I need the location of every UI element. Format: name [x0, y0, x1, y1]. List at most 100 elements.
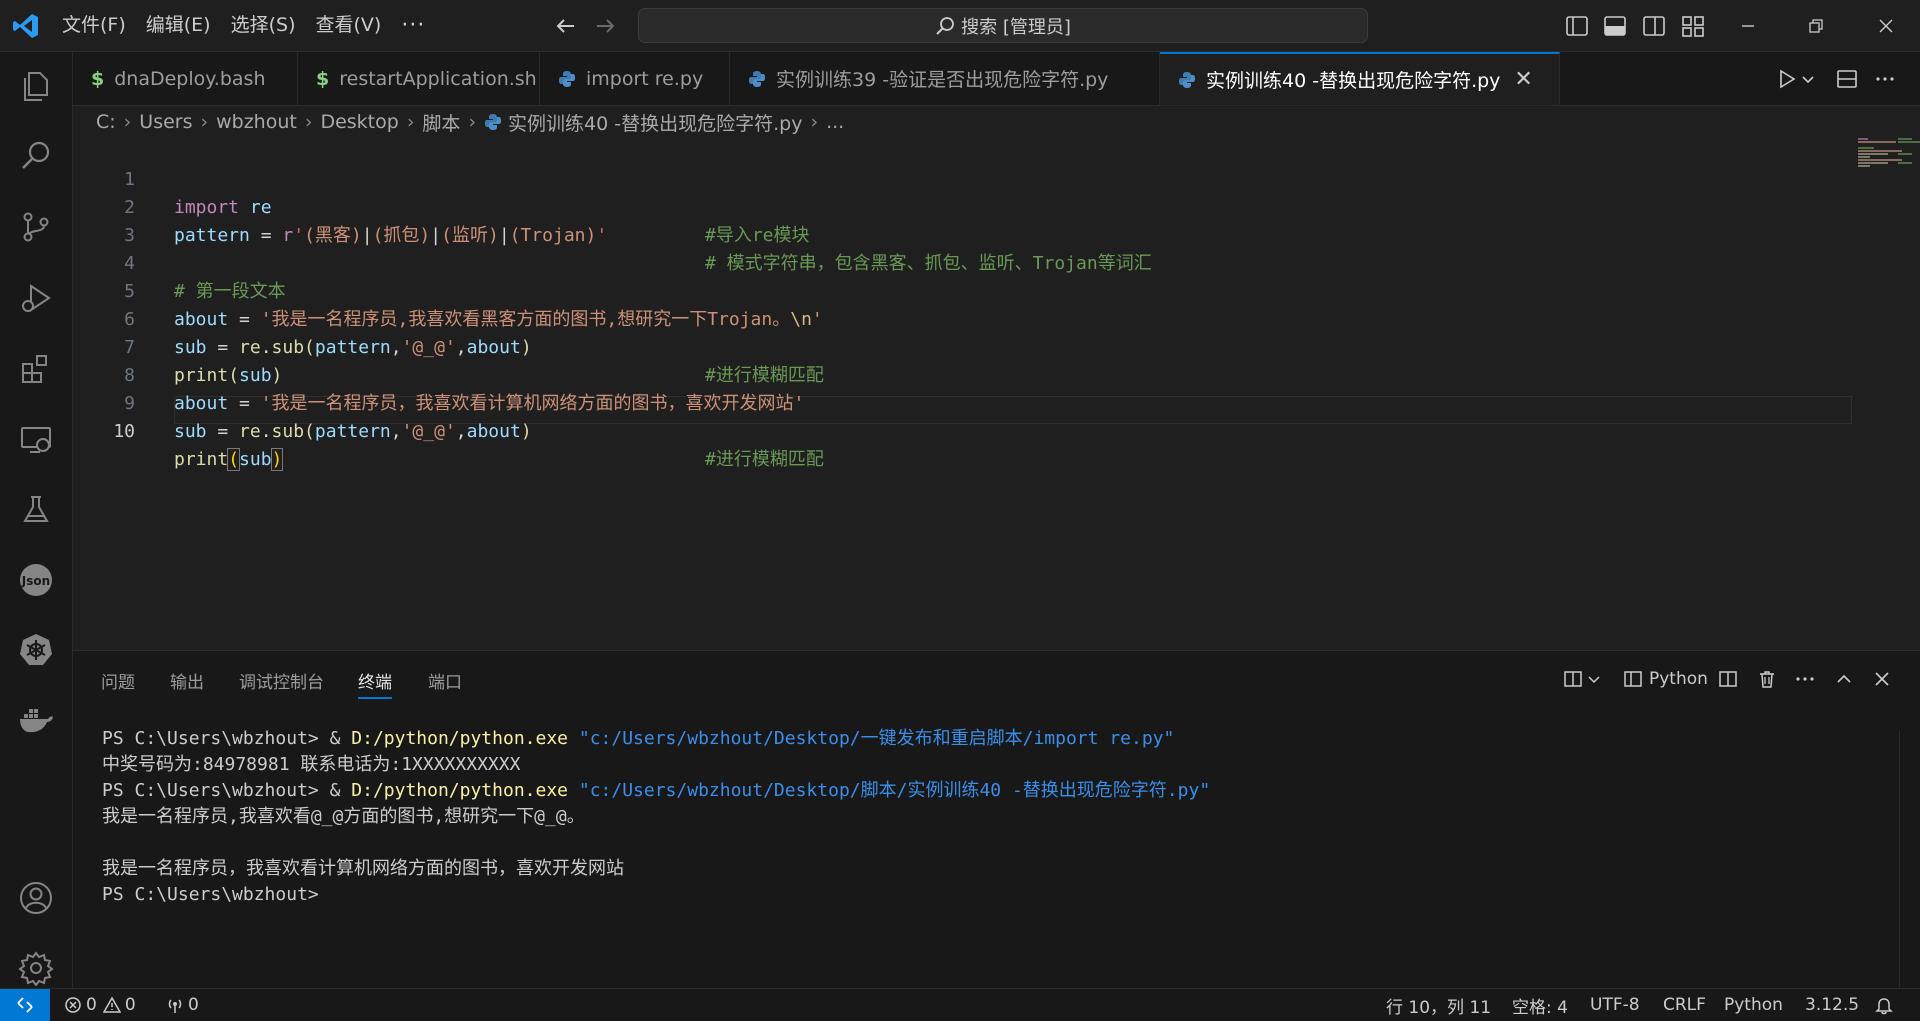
- cursor-position[interactable]: 行 10，列 11: [1386, 989, 1491, 1021]
- panel-tab-problems[interactable]: 问题: [101, 668, 135, 693]
- breadcrumb-item[interactable]: 脚本: [422, 109, 460, 136]
- minimap[interactable]: [1858, 138, 1920, 168]
- vscode-logo-icon[interactable]: [12, 12, 40, 40]
- restore-button[interactable]: [1788, 0, 1844, 51]
- terminal-instance-python[interactable]: Python: [1623, 665, 1708, 693]
- notifications-button[interactable]: [1874, 989, 1894, 1021]
- encoding-status[interactable]: UTF-8: [1590, 989, 1640, 1021]
- punctuation: ,: [455, 421, 467, 442]
- code-line[interactable]: 4 # 第一段文本: [73, 222, 1773, 302]
- code-line[interactable]: 3: [73, 194, 1773, 246]
- python-version-status[interactable]: 3.12.5: [1805, 989, 1859, 1021]
- close-panel-button[interactable]: [1873, 665, 1891, 693]
- run-python-file-button[interactable]: [1773, 65, 1801, 93]
- ports-status[interactable]: 0: [166, 989, 199, 1021]
- menu-selection[interactable]: 选择(S): [221, 0, 306, 51]
- identifier: pattern: [314, 421, 391, 442]
- matched-bracket: (: [227, 448, 241, 471]
- chevron-up-icon: [1837, 674, 1851, 683]
- split-editor-button[interactable]: [1833, 65, 1861, 93]
- toggle-primary-sidebar-icon[interactable]: [1564, 13, 1590, 39]
- kill-terminal-button[interactable]: [1757, 665, 1777, 693]
- code-line[interactable]: 7 print(sub): [73, 306, 1773, 386]
- minimize-button[interactable]: [1720, 0, 1776, 51]
- maximize-panel-button[interactable]: [1835, 665, 1853, 693]
- kubernetes-icon[interactable]: [16, 630, 56, 670]
- toggle-panel-icon[interactable]: [1602, 13, 1628, 39]
- menu-edit[interactable]: 编辑(E): [136, 0, 221, 51]
- new-terminal-split-button[interactable]: [1563, 665, 1601, 693]
- tab-training-40-active[interactable]: 实例训练40 -替换出现危险字符.py ✕: [1160, 52, 1560, 105]
- breadcrumb-item[interactable]: C:: [96, 111, 116, 133]
- tab-dnadeploy[interactable]: $ dnaDeploy.bash: [73, 52, 298, 105]
- python-icon: [559, 70, 575, 87]
- explorer-icon[interactable]: [16, 66, 56, 106]
- code-line[interactable]: 6 sub = re.sub(pattern,'@_@',about) #进行模…: [73, 278, 1773, 386]
- panel-tab-debug-console[interactable]: 调试控制台: [239, 668, 324, 693]
- indentation-status[interactable]: 空格: 4: [1512, 989, 1568, 1021]
- command-center-search[interactable]: 搜索 [管理员]: [638, 8, 1368, 43]
- tab-close-icon[interactable]: ✕: [1514, 67, 1532, 92]
- run-options-dropdown[interactable]: [1799, 65, 1817, 93]
- terminal-scrollbar[interactable]: [1899, 731, 1920, 989]
- python-icon: [749, 70, 765, 87]
- panel-tab-output[interactable]: 输出: [170, 668, 204, 693]
- bottom-panel: 问题 输出 调试控制台 终端 端口 Python PS C:\Users\wbz…: [73, 650, 1920, 989]
- matched-bracket: ): [270, 448, 284, 471]
- back-arrow-icon[interactable]: [553, 13, 579, 39]
- code-line[interactable]: 9 sub = re.sub(pattern,'@_@',about) #进行模…: [73, 362, 1773, 470]
- code-line[interactable]: 5 about = '我是一名程序员,我喜欢看黑客方面的图书,想研究一下Troj…: [73, 250, 1773, 330]
- panel-more-actions-button[interactable]: [1795, 665, 1815, 693]
- search-view-icon[interactable]: [16, 136, 56, 176]
- source-control-icon[interactable]: [16, 207, 56, 247]
- terminal-output[interactable]: PS C:\Users\wbzhout> & D:/python/python.…: [102, 726, 1882, 908]
- menu-view[interactable]: 查看(V): [306, 0, 392, 51]
- problems-status[interactable]: 0 0: [64, 989, 136, 1021]
- split-terminal-button[interactable]: [1718, 665, 1738, 693]
- code-line-current[interactable]: 10 print(sub): [73, 390, 1773, 471]
- string-literal: '@_@': [401, 421, 456, 442]
- panel-tab-terminal[interactable]: 终端: [358, 668, 392, 699]
- menu-more[interactable]: ···: [391, 0, 435, 51]
- code-line[interactable]: 1 import re #导入re模块: [73, 138, 1773, 246]
- remote-explorer-icon[interactable]: [16, 420, 56, 460]
- breadcrumb-item[interactable]: Users: [139, 111, 192, 133]
- docker-icon[interactable]: [16, 700, 56, 740]
- breadcrumb-item[interactable]: Desktop: [320, 111, 398, 133]
- language-mode-status[interactable]: Python: [1724, 989, 1783, 1021]
- run-debug-icon[interactable]: [16, 278, 56, 318]
- tab-restartapplication[interactable]: $ restartApplication.sh: [298, 52, 540, 105]
- customize-layout-icon[interactable]: [1680, 13, 1706, 39]
- testing-icon[interactable]: [16, 490, 56, 530]
- breadcrumb-item[interactable]: wbzhout: [216, 111, 297, 133]
- chevron-down-icon: [1588, 676, 1600, 684]
- menu-file[interactable]: 文件(F): [52, 0, 136, 51]
- remote-indicator-button[interactable]: [0, 989, 50, 1021]
- terminal-argument: "c:/Users/wbzhout/Desktop/一键发布和重启脚本/impo…: [578, 728, 1175, 749]
- breadcrumb-item[interactable]: ...: [826, 111, 844, 133]
- settings-gear-icon[interactable]: [16, 948, 56, 988]
- error-count: 0: [86, 995, 97, 1015]
- split-terminal-icon: [1719, 671, 1737, 687]
- toggle-secondary-sidebar-icon[interactable]: [1641, 13, 1667, 39]
- close-window-button[interactable]: [1858, 0, 1914, 51]
- code-line[interactable]: 2 pattern = r'(黑客)|(抓包)|(监听)|(Trojan)' #…: [73, 166, 1773, 274]
- tab-import-re[interactable]: import re.py: [540, 52, 730, 105]
- code-line[interactable]: 8 about = '我是一名程序员，我喜欢看计算机网络方面的图书，喜欢开发网站…: [73, 334, 1773, 414]
- error-icon: [65, 997, 81, 1013]
- panel-tab-ports[interactable]: 端口: [428, 668, 462, 693]
- editor-more-actions-button[interactable]: [1871, 65, 1899, 93]
- code-editor[interactable]: 1 import re #导入re模块 2 pattern = r'(黑客)|(…: [73, 138, 1920, 648]
- forward-arrow-icon[interactable]: [592, 13, 618, 39]
- accounts-icon[interactable]: [16, 878, 56, 918]
- extensions-icon[interactable]: [16, 349, 56, 389]
- json-icon[interactable]: Json: [16, 560, 56, 600]
- breadcrumb-separator: ›: [123, 111, 132, 133]
- broadcast-icon: [168, 999, 182, 1013]
- breadcrumb-separator: ›: [468, 111, 477, 133]
- breadcrumb-item[interactable]: 实例训练40 -替换出现危险字符.py: [508, 109, 802, 136]
- comment: #进行模糊匹配: [705, 449, 824, 470]
- tab-training-39[interactable]: 实例训练39 -验证是否出现危险字符.py: [730, 52, 1160, 105]
- eol-status[interactable]: CRLF: [1663, 989, 1706, 1021]
- identifier: sub: [239, 449, 272, 470]
